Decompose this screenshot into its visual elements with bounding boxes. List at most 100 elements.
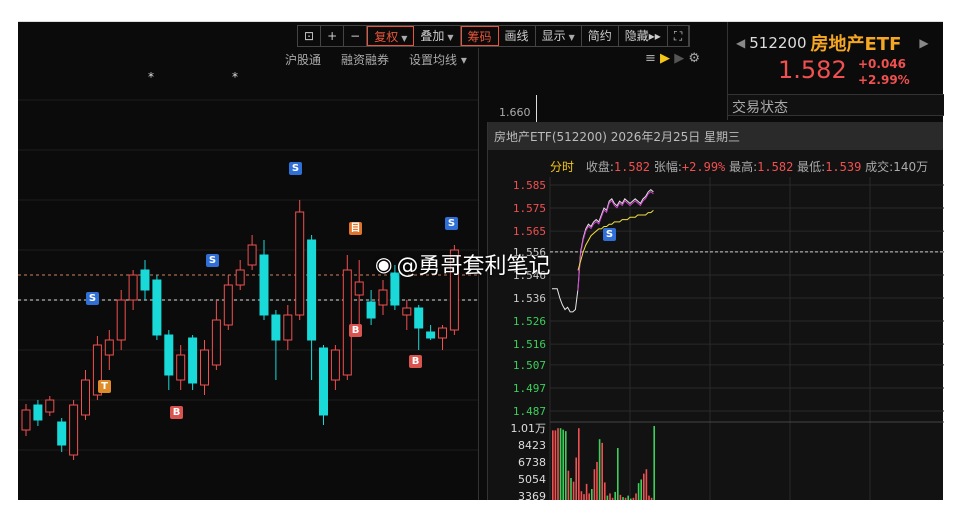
toolbar-label: 画线 bbox=[504, 29, 529, 43]
intraday-chart[interactable]: 1.5851.5751.5651.5561.5461.5361.5261.516… bbox=[488, 172, 944, 500]
y-tick-label: 1.526 bbox=[513, 315, 546, 328]
zoom-in-button[interactable]: + bbox=[321, 26, 345, 46]
volume-tick-label: 8423 bbox=[518, 439, 546, 452]
volume-bar bbox=[570, 478, 572, 500]
volume-bar bbox=[604, 482, 606, 500]
toolbar-button-3[interactable]: 画线 bbox=[499, 26, 536, 46]
gear-icon[interactable]: ⚙ bbox=[688, 51, 700, 66]
candle-body bbox=[438, 327, 447, 339]
volume-tick-label: 1.01万 bbox=[511, 422, 547, 435]
lock-icon[interactable]: ⊡ bbox=[298, 26, 322, 46]
zoom-out-button[interactable]: − bbox=[344, 26, 368, 46]
volume-tick-label: 3369 bbox=[518, 490, 546, 500]
volume-bar bbox=[562, 429, 564, 500]
caret-down-icon: ▼ bbox=[568, 33, 575, 42]
price-axis-label: 1.660 bbox=[499, 106, 531, 119]
candle-body bbox=[283, 314, 293, 341]
volume-bar bbox=[588, 493, 590, 500]
candle-body bbox=[21, 409, 31, 431]
toolbar-button-1[interactable]: 叠加 ▼ bbox=[414, 26, 461, 46]
candle-body bbox=[366, 301, 376, 319]
next-stock-arrow[interactable]: ▶ bbox=[919, 36, 928, 50]
sell-marker[interactable]: S bbox=[603, 228, 616, 241]
quote-panel: ◀ 512200 房地产ETF ▶ 1.582 +0.046 +2.99% 交易状… bbox=[727, 22, 944, 120]
list-icon[interactable]: ≡ bbox=[645, 51, 656, 66]
volume-bar bbox=[624, 497, 627, 500]
y-tick-label: 1.565 bbox=[513, 225, 546, 238]
volume-bar bbox=[653, 426, 655, 500]
volume-bar bbox=[609, 493, 611, 500]
candlestick-chart[interactable] bbox=[18, 70, 478, 500]
volume-bar bbox=[572, 481, 575, 500]
candle-body bbox=[45, 399, 55, 413]
eye-marker[interactable]: 目 bbox=[349, 222, 362, 235]
volume-bar bbox=[617, 447, 619, 500]
toolbar-label: 简约 bbox=[587, 29, 612, 43]
buy-marker[interactable]: B bbox=[349, 324, 362, 337]
intraday-popup: 房地产ETF(512200) 2026年2月25日 星期三 分时 收盘:1.58… bbox=[487, 122, 944, 500]
volume-bar bbox=[559, 428, 562, 500]
hk-connect-link[interactable]: 沪股通 bbox=[285, 51, 321, 68]
candle-body bbox=[295, 211, 305, 316]
candle-body bbox=[152, 279, 162, 336]
candle-body bbox=[81, 379, 90, 416]
last-price: 1.582 bbox=[778, 56, 847, 84]
chart-toolbar: ⊡ + − 复权 ▼ 叠加 ▼ 筹码 画线 显示 ▼ 简约 隐藏▸▸ ⛶ bbox=[297, 25, 691, 47]
sell-marker[interactable]: S bbox=[206, 254, 219, 267]
candle-body bbox=[211, 319, 221, 366]
toolbar-button-0[interactable]: 复权 ▼ bbox=[367, 26, 415, 46]
buy-marker[interactable]: B bbox=[409, 355, 422, 368]
trade-status-header[interactable]: 交易状态 bbox=[728, 94, 944, 116]
volume-bar bbox=[591, 489, 593, 500]
toolbar-button-5[interactable]: 简约 bbox=[582, 26, 619, 46]
price-change: +0.046 bbox=[858, 57, 907, 71]
t-marker[interactable]: T bbox=[98, 380, 111, 393]
toolbar-button-4[interactable]: 显示 ▼ bbox=[536, 26, 582, 46]
buy-marker[interactable]: B bbox=[170, 406, 183, 419]
candle-body bbox=[33, 404, 43, 421]
volume-bar bbox=[565, 431, 567, 500]
volume-bar bbox=[580, 491, 583, 500]
candle-body bbox=[200, 349, 209, 386]
candle-body bbox=[140, 269, 150, 291]
candle-body bbox=[426, 331, 436, 339]
sell-marker[interactable]: S bbox=[86, 292, 99, 305]
sell-marker[interactable]: S bbox=[289, 162, 302, 175]
price-change-pct: +2.99% bbox=[858, 73, 910, 87]
volume-bar bbox=[593, 469, 596, 500]
y-tick-label: 1.497 bbox=[513, 382, 546, 395]
axis-cursor bbox=[536, 95, 537, 122]
candle-body bbox=[69, 404, 79, 456]
toolbar-label: 筹码 bbox=[467, 30, 492, 44]
volume-tick-label: 6738 bbox=[518, 456, 546, 469]
candle-body bbox=[378, 289, 388, 306]
fullscreen-icon[interactable]: ⛶ bbox=[668, 26, 690, 46]
volume-bar bbox=[622, 497, 624, 500]
volume-bar bbox=[578, 428, 580, 500]
next-icon[interactable]: ▶ bbox=[674, 51, 684, 66]
popup-title: 房地产ETF(512200) 2026年2月25日 星期三 bbox=[488, 122, 943, 150]
volume-bar bbox=[645, 469, 648, 500]
volume-bar bbox=[575, 457, 577, 500]
cropped-top-strip bbox=[18, 10, 943, 22]
toolbar-label: 叠加 bbox=[420, 29, 445, 43]
caret-down-icon: ▼ bbox=[401, 34, 408, 43]
candle-body bbox=[259, 254, 269, 316]
volume-bar bbox=[585, 483, 588, 500]
toolbar-button-2[interactable]: 筹码 bbox=[460, 26, 499, 46]
volume-bar bbox=[606, 495, 609, 500]
y-tick-label: 1.507 bbox=[513, 359, 546, 372]
candle-body bbox=[176, 354, 186, 381]
play-icon[interactable]: ▶ bbox=[660, 51, 670, 66]
ma-settings-link[interactable]: 设置均线 ▾ bbox=[409, 51, 467, 68]
y-tick-label: 1.585 bbox=[513, 179, 546, 192]
candle-body bbox=[319, 347, 328, 416]
volume-bar bbox=[598, 439, 601, 500]
margin-link[interactable]: 融资融券 bbox=[341, 51, 389, 68]
y-tick-label: 1.516 bbox=[513, 338, 546, 351]
candle-body bbox=[188, 337, 198, 384]
volume-bar bbox=[627, 495, 629, 500]
sell-marker[interactable]: S bbox=[445, 217, 458, 230]
prev-stock-arrow[interactable]: ◀ bbox=[736, 36, 745, 50]
toolbar-button-6[interactable]: 隐藏▸▸ bbox=[619, 26, 668, 46]
